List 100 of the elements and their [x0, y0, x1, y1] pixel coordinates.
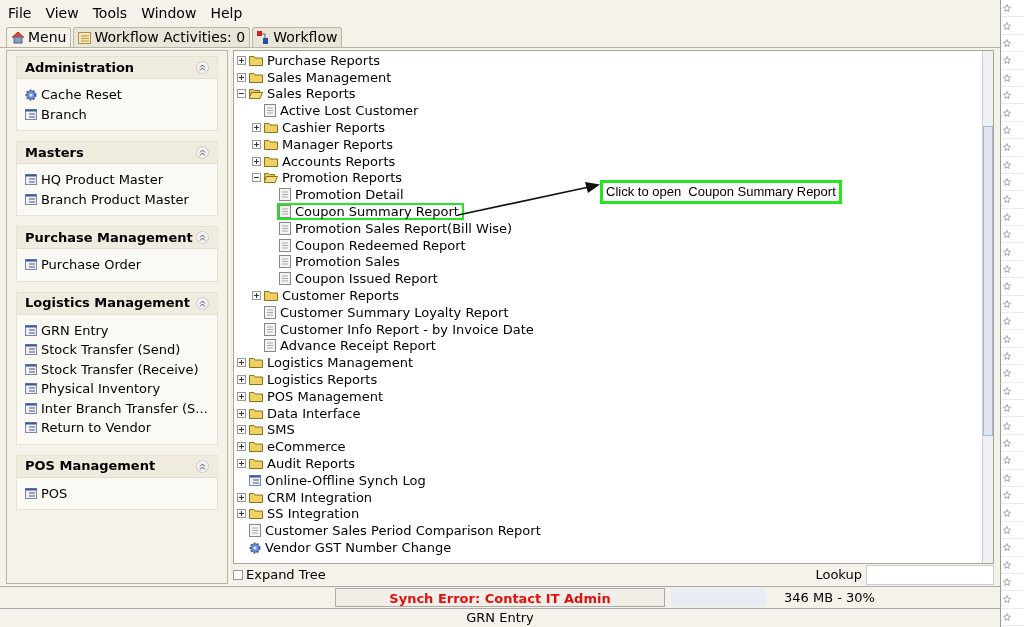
tab[interactable]: Workflow Activities: 0: [73, 27, 251, 47]
expand-icon[interactable]: [237, 459, 246, 468]
chevrons-icon: [199, 234, 206, 241]
status-text: GRN Entry: [466, 609, 534, 627]
expand-icon[interactable]: [237, 408, 246, 418]
tree-item[interactable]: Accounts Reports: [264, 154, 399, 168]
sidebar-item[interactable]: Cache Reset: [25, 85, 217, 105]
document-icon: [279, 255, 291, 269]
star-icon: [1003, 143, 1011, 152]
folder-icon: [264, 122, 278, 134]
document-icon: [279, 205, 291, 219]
tree-item[interactable]: Promotion Sales: [279, 255, 403, 269]
tree-item[interactable]: Active Lost Customer: [264, 104, 422, 118]
expand-icon[interactable]: [237, 358, 246, 368]
lookup-field[interactable]: [866, 565, 994, 585]
menu-item[interactable]: File: [8, 3, 32, 24]
flow-icon: [257, 31, 271, 44]
expand-icon[interactable]: [237, 391, 246, 401]
tree-item[interactable]: Coupon Summary Report: [277, 203, 464, 221]
star-icon: [1003, 352, 1011, 360]
expand-icon[interactable]: [252, 123, 261, 133]
tree-item[interactable]: Sales Reports: [249, 87, 359, 101]
tree-item[interactable]: SMS: [249, 423, 298, 437]
menu-item[interactable]: Window: [141, 3, 197, 24]
tree-item[interactable]: CRM Integration: [249, 490, 376, 504]
star-icon: [1003, 38, 1011, 47]
sidebar-item[interactable]: Stock Transfer (Send): [25, 340, 217, 360]
scrollbar[interactable]: [982, 51, 993, 563]
tree-item[interactable]: Promotion Reports: [264, 171, 406, 185]
tree-item[interactable]: Customer Sales Period Comparison Report: [249, 524, 544, 538]
tab[interactable]: Menu: [6, 27, 72, 47]
scrollbar-thumb[interactable]: [983, 126, 993, 436]
tree-item[interactable]: Coupon Redeemed Report: [279, 238, 469, 252]
tree-item[interactable]: Customer Reports: [264, 289, 403, 303]
expand-icon[interactable]: [252, 139, 261, 149]
tree-item[interactable]: Sales Management: [249, 70, 395, 84]
tree-item[interactable]: POS Management: [249, 389, 387, 403]
sidebar-item[interactable]: Inter Branch Transfer (S...: [25, 398, 217, 418]
sidebar-item[interactable]: Purchase Order: [25, 255, 217, 275]
tree-item[interactable]: Promotion Detail: [279, 188, 407, 202]
tab[interactable]: Workflow: [252, 27, 343, 47]
tree-item[interactable]: Cashier Reports: [264, 121, 388, 135]
star-icon: [1003, 404, 1011, 413]
menu-item[interactable]: View: [45, 3, 79, 24]
document-icon: [279, 188, 291, 202]
tree-item[interactable]: Customer Summary Loyalty Report: [264, 305, 512, 319]
expand-icon[interactable]: [237, 72, 246, 82]
collapse-icon[interactable]: [237, 89, 246, 99]
sidebar-item[interactable]: Branch Product Master: [25, 189, 217, 209]
star-icon: [1003, 160, 1011, 169]
section-title: Masters: [25, 143, 84, 162]
expand-tree-checkbox[interactable]: Expand Tree: [233, 565, 326, 585]
document-icon: [249, 524, 261, 538]
star-icon: [1003, 21, 1011, 30]
star-icon: [1003, 230, 1011, 239]
sync-error-button[interactable]: Synch Error: Contact IT Admin: [335, 588, 665, 607]
sidebar-item[interactable]: POS: [25, 483, 217, 503]
tree-item[interactable]: Logistics Management: [249, 356, 416, 370]
collapse-icon[interactable]: [252, 173, 261, 183]
tree-item[interactable]: Advance Receipt Report: [264, 339, 439, 353]
sidebar-item[interactable]: HQ Product Master: [25, 170, 217, 190]
expand-icon[interactable]: [237, 375, 246, 385]
tree-item[interactable]: eCommerce: [249, 440, 349, 454]
tree-item[interactable]: Audit Reports: [249, 457, 359, 470]
sidebar-item[interactable]: Stock Transfer (Receive): [25, 359, 217, 379]
document-icon: [279, 272, 291, 286]
menu-item[interactable]: Help: [210, 3, 243, 24]
document-icon: [279, 221, 291, 235]
menu-item[interactable]: Tools: [92, 3, 128, 24]
folder-icon: [249, 374, 263, 386]
sidebar-item[interactable]: GRN Entry: [25, 320, 217, 340]
section-title: Administration: [25, 58, 135, 77]
tree-item[interactable]: Vendor GST Number Change: [249, 541, 455, 554]
star-icon: [1003, 282, 1011, 291]
expand-icon[interactable]: [252, 291, 261, 301]
tree-item[interactable]: Manager Reports: [264, 137, 396, 151]
star-icon: [1003, 299, 1011, 308]
tree-item[interactable]: Logistics Reports: [249, 373, 381, 387]
expand-icon[interactable]: [237, 442, 246, 452]
sidebar-item[interactable]: Return to Vendor: [25, 418, 217, 438]
folder-icon: [264, 138, 278, 150]
tree-item[interactable]: Coupon Issued Report: [279, 272, 441, 286]
star-icon: [1003, 456, 1011, 465]
folder-icon: [249, 458, 263, 469]
sidebar-item[interactable]: Physical Inventory: [25, 379, 217, 399]
expand-icon[interactable]: [237, 492, 246, 502]
expand-icon[interactable]: [237, 509, 246, 519]
tree-item[interactable]: Purchase Reports: [249, 53, 384, 67]
expand-icon[interactable]: [237, 425, 246, 435]
expand-icon[interactable]: [237, 55, 246, 65]
tree-item[interactable]: Promotion Sales Report(Bill Wise): [279, 221, 516, 235]
chevrons-icon: [199, 149, 206, 156]
tree-item[interactable]: SS Integration: [249, 507, 363, 521]
tree-item[interactable]: Customer Info Report - by Invoice Date: [264, 322, 537, 336]
tree-item[interactable]: Online-Offline Synch Log: [249, 473, 429, 487]
sidebar-item[interactable]: Branch: [25, 104, 217, 124]
tree-item[interactable]: Data Interface: [249, 406, 364, 420]
expand-icon[interactable]: [252, 156, 261, 166]
star-icon: [1003, 473, 1011, 482]
star-icon: [1003, 212, 1011, 221]
